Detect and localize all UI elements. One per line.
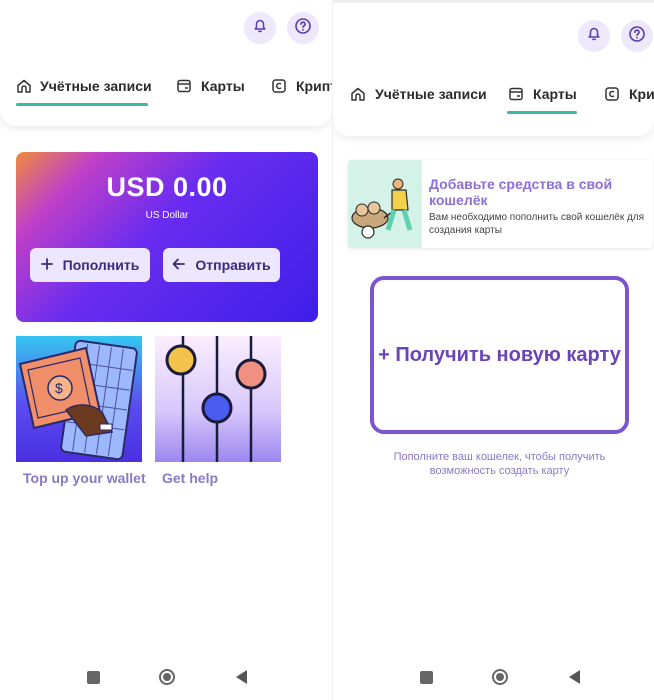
- system-nav-bar: [333, 662, 654, 692]
- add-funds-banner[interactable]: Добавьте средства в свой кошелёк Вам нео…: [348, 160, 653, 248]
- crypto-icon: [270, 77, 288, 95]
- svg-text:$: $: [55, 380, 63, 396]
- help-button[interactable]: [287, 12, 319, 44]
- header: Учётные записи Карты Кри: [333, 0, 654, 136]
- tab-crypto[interactable]: Крипт: [270, 66, 332, 106]
- tab-crypto-label: Кри: [629, 86, 654, 102]
- recents-button[interactable]: [78, 662, 108, 692]
- sliders-illustration-icon: [155, 336, 281, 462]
- topup-label: Пополнить: [62, 257, 140, 273]
- plus-icon: [40, 257, 53, 273]
- home-icon: [349, 85, 367, 103]
- balance-card: USD 0.00 US Dollar Пополнить Отправить: [16, 152, 318, 322]
- money-hand-illustration-icon: $: [16, 336, 142, 462]
- wheelbarrow-illustration-icon: [348, 160, 422, 248]
- card-icon: [507, 85, 525, 103]
- question-icon: [294, 17, 312, 40]
- topup-wallet-label[interactable]: Top up your wallet: [23, 470, 146, 486]
- back-button[interactable]: [559, 662, 589, 692]
- arrow-left-icon: [172, 257, 186, 273]
- tab-crypto-label: Крипт: [296, 78, 332, 94]
- send-button[interactable]: Отправить: [163, 248, 280, 282]
- get-new-card-button[interactable]: + Получить новую карту: [370, 276, 629, 434]
- tab-bar: Учётные записи Карты Кри: [333, 74, 654, 114]
- get-help-tile[interactable]: [155, 336, 281, 462]
- triangle-back-icon: [568, 670, 580, 684]
- active-tab-indicator: [16, 103, 148, 106]
- triangle-back-icon: [235, 670, 247, 684]
- home-button[interactable]: [485, 662, 515, 692]
- tab-bar: Учётные записи Карты Крипт: [0, 66, 332, 106]
- bell-icon: [586, 26, 602, 47]
- notifications-button[interactable]: [578, 20, 610, 52]
- circle-icon: [159, 669, 175, 685]
- tab-accounts-label: Учётные записи: [40, 78, 152, 94]
- balance-amount: USD 0.00: [106, 172, 228, 202]
- tab-accounts[interactable]: Учётные записи: [349, 74, 487, 114]
- status-bar-edge: [333, 0, 654, 3]
- tab-cards[interactable]: Карты: [507, 74, 577, 114]
- circle-icon: [492, 669, 508, 685]
- topup-wallet-tile[interactable]: $: [16, 336, 142, 462]
- topup-button[interactable]: Пополнить: [30, 248, 150, 282]
- active-tab-indicator: [507, 111, 577, 114]
- crypto-icon: [603, 85, 621, 103]
- banner-text: Вам необходимо пополнить свой кошелёк дл…: [429, 212, 645, 236]
- send-label: Отправить: [195, 257, 271, 273]
- notifications-button[interactable]: [244, 12, 276, 44]
- banner-title: Добавьте средства в свой кошелёк: [429, 176, 613, 208]
- tab-cards-label: Карты: [201, 78, 245, 94]
- tab-accounts-label: Учётные записи: [375, 86, 487, 102]
- accounts-screen: Учётные записи Карты Крипт USD 0.00 US D…: [0, 0, 332, 700]
- bell-icon: [252, 18, 268, 39]
- question-icon: [628, 25, 646, 48]
- system-nav-bar: [0, 662, 332, 692]
- header: Учётные записи Карты Крипт: [0, 0, 332, 126]
- home-icon: [16, 77, 32, 95]
- tab-cards-label: Карты: [533, 86, 577, 102]
- tab-crypto[interactable]: Кри: [603, 74, 654, 114]
- recents-button[interactable]: [411, 662, 441, 692]
- card-icon: [175, 77, 193, 95]
- home-button[interactable]: [152, 662, 182, 692]
- tab-cards[interactable]: Карты: [175, 66, 245, 106]
- back-button[interactable]: [226, 662, 256, 692]
- square-icon: [419, 670, 433, 684]
- help-button[interactable]: [621, 20, 653, 52]
- square-icon: [86, 670, 100, 684]
- get-new-card-label: + Получить новую карту: [378, 343, 621, 366]
- get-help-label[interactable]: Get help: [162, 470, 218, 486]
- tab-accounts[interactable]: Учётные записи: [16, 66, 152, 106]
- balance-currency: US Dollar: [145, 210, 189, 221]
- topup-hint-text: Пополните ваш кошелек, чтобы получить во…: [393, 451, 606, 477]
